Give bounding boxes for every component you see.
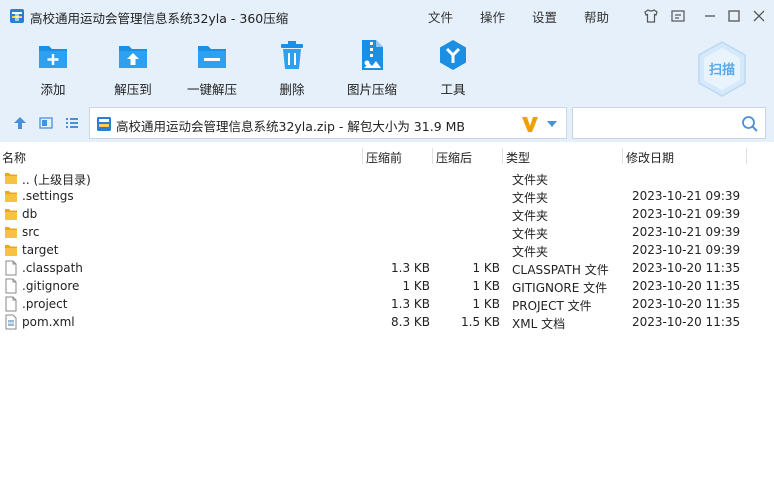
search-icon[interactable] (741, 115, 759, 133)
table-row[interactable]: .. (上级目录) 文件夹 (0, 169, 774, 187)
table-row[interactable]: pom.xml 8.3 KB 1.5 KB XML 文档 2023-10-20 11:3… (0, 313, 774, 331)
close-icon[interactable] (749, 6, 769, 26)
extract-to-button[interactable]: 解压到 (98, 38, 168, 98)
file-type: 文件夹 (512, 245, 549, 259)
menu-settings[interactable]: 设置 (532, 7, 557, 26)
col-name[interactable]: 名称 (2, 149, 26, 166)
file-type: 文件夹 (512, 191, 549, 205)
file-type: 文件夹 (512, 173, 549, 187)
col-size[interactable]: 压缩前 (366, 149, 402, 166)
zip-archive-icon (97, 117, 111, 131)
file-size: 8.3 KB (391, 315, 430, 329)
table-row[interactable]: db 文件夹 2023-10-21 09:39 (0, 205, 774, 223)
file-date: 2023-10-20 11:35 (632, 261, 741, 275)
file-name: pom.xml (22, 315, 75, 329)
title-bar: 高校通用运动会管理信息系统32yla - 360压缩 文件 操作 设置 帮助 (0, 0, 774, 32)
table-row[interactable]: target 文件夹 2023-10-21 09:39 (0, 241, 774, 259)
col-type[interactable]: 类型 (506, 149, 530, 166)
list-view-icon[interactable] (64, 115, 80, 131)
menu-help[interactable]: 帮助 (584, 7, 609, 26)
table-row[interactable]: src 文件夹 2023-10-21 09:39 (0, 223, 774, 241)
table-row[interactable]: .settings 文件夹 2023-10-21 09:39 (0, 187, 774, 205)
file-packed-size: 1.5 KB (461, 315, 500, 329)
add-icon (39, 46, 67, 68)
file-date: 2023-10-21 09:39 (632, 207, 741, 221)
file-name: db (22, 207, 38, 221)
path-field[interactable]: 高校通用运动会管理信息系统32yla.zip - 解包大小为 31.9 MB (89, 107, 567, 139)
file-name: .gitignore (22, 279, 80, 293)
file-name: .. (上级目录) (22, 173, 91, 187)
file-size: 1.3 KB (391, 297, 430, 311)
file-packed-size: 1 KB (472, 279, 500, 293)
tools-icon (440, 40, 466, 70)
add-button[interactable]: 添加 (18, 38, 88, 98)
tools-button[interactable]: 工具 (418, 38, 488, 98)
add-label: 添加 (40, 82, 66, 97)
file-date: 2023-10-21 09:39 (632, 225, 741, 239)
file-type: PROJECT 文件 (512, 299, 592, 313)
address-bar: 高校通用运动会管理信息系统32yla.zip - 解包大小为 31.9 MB (0, 104, 774, 142)
file-name: target (22, 243, 59, 257)
file-date: 2023-10-21 09:39 (632, 189, 741, 203)
column-divider[interactable] (622, 148, 623, 164)
delete-label: 删除 (279, 82, 305, 97)
scan-label: 扫描 (709, 62, 735, 78)
archive-path: 高校通用运动会管理信息系统32yla.zip - 解包大小为 31.9 MB (116, 119, 465, 134)
file-type: XML 文档 (512, 317, 566, 331)
file-type: 文件夹 (512, 227, 549, 241)
chevron-down-icon[interactable] (546, 120, 558, 128)
extract-to-label: 解压到 (114, 82, 152, 97)
delete-button[interactable]: 删除 (257, 38, 327, 98)
image-compress-label: 图片压缩 (346, 82, 397, 97)
table-row[interactable]: .classpath 1.3 KB 1 KB CLASSPATH 文件 2023-10-… (0, 259, 774, 277)
col-date[interactable]: 修改日期 (626, 149, 674, 166)
file-size: 1.3 KB (391, 261, 430, 275)
skin-icon[interactable] (641, 6, 661, 26)
table-row[interactable]: .project 1.3 KB 1 KB PROJECT 文件 2023-10-20 1… (0, 295, 774, 313)
file-date: 2023-10-20 11:35 (632, 279, 741, 293)
feedback-icon[interactable] (668, 6, 688, 26)
file-date: 2023-10-20 11:35 (632, 297, 741, 311)
thumbnail-view-icon[interactable] (38, 115, 54, 131)
file-date: 2023-10-21 09:39 (632, 243, 741, 257)
file-type: CLASSPATH 文件 (512, 263, 609, 277)
one-click-extract-button[interactable]: 一键解压 (177, 38, 247, 98)
file-size: 1 KB (402, 279, 430, 293)
file-name: src (22, 225, 40, 239)
window-title: 高校通用运动会管理信息系统32yla - 360压缩 (30, 11, 289, 26)
minimize-icon[interactable] (700, 6, 720, 26)
file-type: GITIGNORE 文件 (512, 281, 608, 295)
file-date: 2023-10-20 11:35 (632, 315, 741, 329)
image-compress-icon (362, 40, 383, 70)
one-click-extract-icon (198, 46, 226, 68)
image-compress-button[interactable]: 图片压缩 (337, 38, 407, 98)
file-packed-size: 1 KB (472, 261, 500, 275)
menu-operation[interactable]: 操作 (480, 7, 505, 26)
column-divider[interactable] (362, 148, 363, 164)
scan-button[interactable]: 扫描 (696, 40, 748, 98)
table-row[interactable]: .gitignore 1 KB 1 KB GITIGNORE 文件 2023-10-20… (0, 277, 774, 295)
file-name: .settings (22, 189, 74, 203)
toolbar: 添加 解压到 一键解压 删除 图片压缩 工具 扫描 (0, 32, 774, 104)
maximize-icon[interactable] (724, 6, 744, 26)
app-logo-icon (10, 9, 24, 23)
column-header: 名称 压缩前 压缩后 类型 修改日期 (0, 146, 774, 166)
column-divider[interactable] (746, 148, 747, 164)
col-packed[interactable]: 压缩后 (436, 149, 472, 166)
file-list: .. (上级目录) 文件夹 .settings 文件夹 2023-10-21 09:39… (0, 169, 774, 331)
delete-icon (281, 41, 303, 69)
file-name: .classpath (22, 261, 83, 275)
up-arrow-icon[interactable] (12, 115, 28, 131)
tools-label: 工具 (440, 82, 466, 97)
column-divider[interactable] (432, 148, 433, 164)
search-box[interactable] (572, 107, 766, 139)
file-packed-size: 1 KB (472, 297, 500, 311)
extract-to-icon (119, 46, 147, 68)
v-logo-icon[interactable] (520, 114, 540, 134)
file-type: 文件夹 (512, 209, 549, 223)
menu-file[interactable]: 文件 (428, 7, 453, 26)
one-click-extract-label: 一键解压 (186, 82, 237, 97)
file-name: .project (22, 297, 68, 311)
column-divider[interactable] (502, 148, 503, 164)
